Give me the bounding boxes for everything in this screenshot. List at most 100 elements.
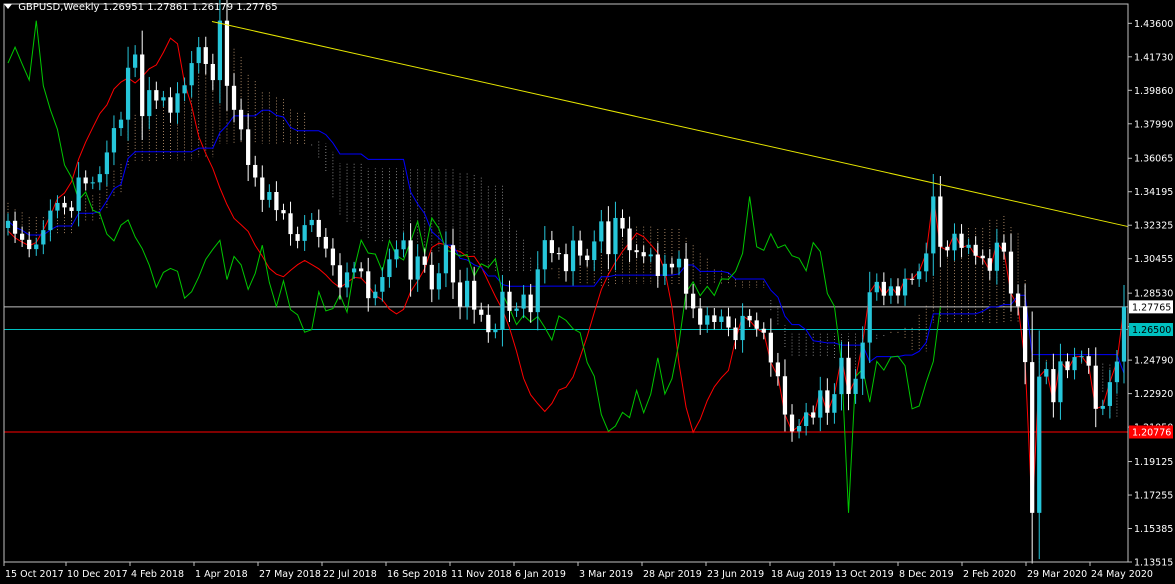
candle-body xyxy=(408,240,413,280)
candle-body xyxy=(676,258,682,268)
candle-body xyxy=(337,265,343,288)
candle-body xyxy=(556,253,562,255)
candle-body xyxy=(125,67,131,120)
candle-body xyxy=(549,240,554,254)
candle-body xyxy=(1072,357,1077,371)
candle-body xyxy=(118,119,124,129)
x-tick-label: 1 Apr 2018 xyxy=(195,569,248,580)
y-tick-label: 1.36065 xyxy=(1134,154,1173,165)
candle-body xyxy=(726,316,731,328)
candle-body xyxy=(281,210,286,214)
candle-body xyxy=(804,412,809,427)
candle-body xyxy=(691,293,696,309)
candle-body xyxy=(104,152,110,175)
candle-body xyxy=(592,241,597,261)
y-tick-label: 1.28530 xyxy=(1134,289,1173,300)
symbol-name: GBPUSD,Weekly xyxy=(18,2,100,13)
candle-body xyxy=(952,233,957,251)
y-tick-label: 1.41730 xyxy=(1134,52,1173,63)
candle-body xyxy=(528,294,533,313)
candle-body xyxy=(606,221,611,255)
y-tick-label: 1.15385 xyxy=(1134,524,1173,535)
x-tick-label: 16 Sep 2018 xyxy=(387,569,447,580)
candle-body xyxy=(874,281,879,293)
y-tick-label: 1.19125 xyxy=(1134,457,1173,468)
x-tick-label: 22 Jul 2018 xyxy=(323,569,377,580)
candle-body xyxy=(203,47,208,64)
candle-body xyxy=(1030,362,1035,513)
candle-body xyxy=(436,273,441,290)
candle-body xyxy=(27,239,32,250)
candle-body xyxy=(994,242,999,271)
candle-body xyxy=(111,128,117,153)
candle-body xyxy=(987,258,992,271)
candle-body xyxy=(733,327,738,341)
candle-body xyxy=(1015,293,1021,307)
x-tick-label: 29 Mar 2020 xyxy=(1027,569,1087,580)
x-tick-label: 28 Apr 2019 xyxy=(643,569,702,580)
candle-body xyxy=(959,233,964,248)
candle-body xyxy=(1114,361,1120,383)
candle-body xyxy=(1079,356,1084,358)
y-tick-label: 1.22920 xyxy=(1134,389,1173,400)
candle-body xyxy=(1086,356,1091,366)
x-tick-label: 15 Oct 2017 xyxy=(5,569,64,580)
x-tick-label: 13 Oct 2019 xyxy=(835,569,894,580)
candle-body xyxy=(789,414,795,432)
candle-body xyxy=(754,320,759,329)
candle-body xyxy=(253,164,258,178)
candle-body xyxy=(1044,369,1049,377)
candle-body xyxy=(782,376,788,415)
candle-body xyxy=(578,240,583,256)
candle-body xyxy=(464,280,470,307)
candle-body xyxy=(267,191,272,200)
candle-body xyxy=(1001,242,1007,252)
candle-body xyxy=(860,342,865,379)
candle-body xyxy=(344,272,350,288)
candle-body xyxy=(429,264,434,290)
candle-body xyxy=(387,259,392,278)
candle-body xyxy=(641,252,646,257)
y-tick-label: 1.37990 xyxy=(1134,119,1173,130)
candle-body xyxy=(634,250,639,253)
candle-body xyxy=(330,248,336,266)
candle-body xyxy=(351,268,357,273)
y-tick-label: 1.17255 xyxy=(1134,491,1173,502)
candle-body xyxy=(768,332,773,363)
candle-body xyxy=(775,362,781,377)
candle-body xyxy=(302,225,307,241)
candle-body xyxy=(888,286,894,296)
candle-body xyxy=(853,378,858,394)
candle-body xyxy=(542,240,547,270)
candle-body xyxy=(931,196,936,254)
x-tick-label: 10 Dec 2017 xyxy=(67,569,128,580)
candle-body xyxy=(140,54,145,117)
candle-body xyxy=(521,294,526,309)
candle-body xyxy=(12,220,18,234)
candle-body xyxy=(34,244,39,250)
candle-body xyxy=(909,278,915,280)
candle-body xyxy=(1022,306,1028,363)
x-tick-label: 6 Jan 2019 xyxy=(515,569,566,580)
candle-body xyxy=(747,315,752,321)
x-tick-label: 2 Feb 2020 xyxy=(963,569,1016,580)
candle-body xyxy=(422,256,427,265)
candle-body xyxy=(189,63,194,86)
candle-body xyxy=(161,97,166,101)
candle-body xyxy=(76,177,81,211)
candle-body xyxy=(627,228,632,251)
dropdown-triangle-icon[interactable] xyxy=(4,4,12,9)
chart-canvas[interactable]: 1.43600 1.41730 1.39860 1.37990 1.36065 1.341… xyxy=(0,0,1175,584)
candle-body xyxy=(1121,306,1127,362)
candle-body xyxy=(41,230,46,245)
y-tick-label: 1.30455 xyxy=(1134,254,1173,265)
candle-body xyxy=(867,292,872,343)
candle-body xyxy=(1051,369,1056,403)
candle-body xyxy=(274,191,279,211)
candle-body xyxy=(1107,382,1112,406)
candle-body xyxy=(705,315,710,325)
candle-body xyxy=(288,213,293,235)
candle-body xyxy=(811,412,816,418)
candle-body xyxy=(394,249,399,260)
candle-body xyxy=(1037,376,1042,513)
